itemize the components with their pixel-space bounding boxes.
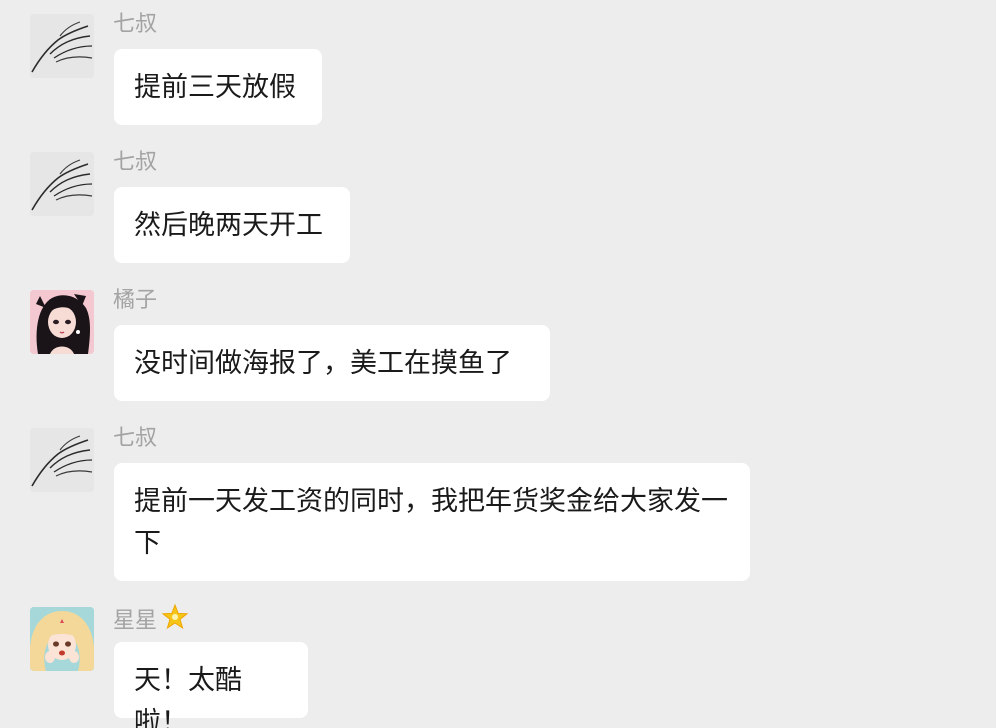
avatar-hand[interactable] (30, 152, 94, 216)
avatar-hand[interactable] (30, 428, 94, 492)
message-bubble[interactable]: 提前一天发工资的同时，我把年货奖金给大家发一下 (114, 463, 750, 581)
message-bubble[interactable]: 天！太酷啦！ (114, 642, 308, 728)
avatar-anime-girl-black-hair[interactable] (30, 290, 94, 354)
sender-name-text: 星星 (113, 608, 158, 634)
chat-message: 七叔 提前三天放假 (0, 12, 996, 126)
message-bubble[interactable]: 提前三天放假 (114, 49, 322, 125)
chat-message: 星星 天！太酷啦！ (0, 603, 996, 728)
chat-message: 橘子 没时间做海报了，美工在摸鱼了 (0, 288, 996, 402)
message-bubble[interactable]: 然后晚两天开工 (114, 187, 350, 263)
avatar-hand[interactable] (30, 14, 94, 78)
avatar-anime-girl-blonde[interactable] (30, 607, 94, 671)
sender-name: 七叔 (113, 150, 158, 175)
glowing-star-icon (161, 603, 189, 640)
message-bubble[interactable]: 没时间做海报了，美工在摸鱼了 (114, 325, 550, 401)
sender-name: 七叔 (113, 426, 158, 451)
sender-name: 星星 (113, 603, 189, 634)
chat-message-list: 七叔 提前三天放假 七叔 然后晚两天开工 橘子 没时间做海报了，美工在摸鱼了 七… (0, 0, 996, 728)
sender-name: 橘子 (113, 288, 158, 313)
chat-message: 七叔 然后晚两天开工 (0, 150, 996, 264)
chat-message: 七叔 提前一天发工资的同时，我把年货奖金给大家发一下 (0, 426, 996, 582)
sender-name: 七叔 (113, 12, 158, 37)
